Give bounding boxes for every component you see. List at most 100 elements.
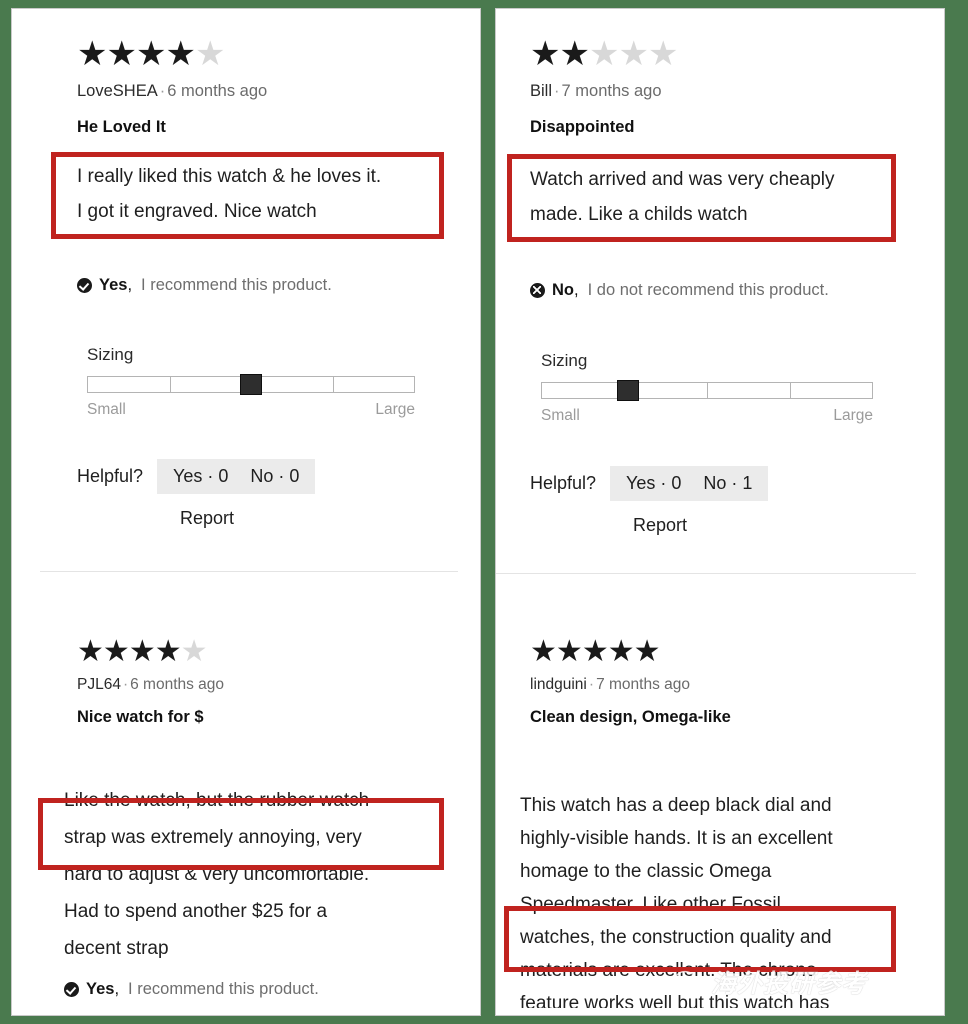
recommend-comma: ,: [127, 276, 133, 294]
sizing-slider[interactable]: [541, 380, 873, 401]
slider-tick: [707, 383, 708, 398]
star-icon: ★: [530, 35, 561, 73]
review-card: ★★★★★ Bill · 7 months ago Disappointed Wat…: [530, 37, 920, 232]
recommend-text: I recommend this product.: [141, 276, 332, 294]
review-body-line: I really liked this watch & he loves it.: [77, 166, 382, 187]
review-age: 7 months ago: [561, 82, 662, 100]
review-title: Disappointed: [530, 118, 635, 136]
helpful-no-button[interactable]: No · 1: [703, 473, 752, 494]
sizing-slider[interactable]: [87, 374, 415, 395]
review-body: Watch arrived and was very cheaply made.…: [530, 162, 920, 232]
review-age: 7 months ago: [596, 676, 690, 693]
review-body-line: Watch arrived and was very cheaply: [530, 169, 835, 190]
right-review-panel: ★★★★★ Bill · 7 months ago Disappointed Wat…: [495, 8, 945, 1016]
slider-tick: [169, 377, 171, 392]
sizing-small-label: Small: [87, 401, 126, 418]
report-link[interactable]: Report: [180, 508, 234, 529]
sizing-label: Sizing: [87, 345, 134, 364]
review-body: Like the watch, but the rubber watch str…: [64, 782, 464, 967]
left-review-panel: ★★★★★ LoveSHEA · 6 months ago He Loved It …: [11, 8, 481, 1016]
sizing-scale-labels: Small Large: [87, 401, 415, 419]
star-icon: ★: [128, 635, 156, 668]
sizing-slider-thumb[interactable]: [616, 380, 639, 401]
helpful-row: Helpful? Yes · 0 No · 1: [530, 466, 769, 501]
meta-separator: ·: [122, 676, 129, 693]
review-body-line: I got it engraved. Nice watch: [77, 201, 317, 222]
meta-separator: ·: [159, 82, 166, 100]
review-title: Clean design, Omega-like: [530, 708, 731, 726]
helpful-label: Helpful?: [77, 466, 144, 486]
review-meta: PJL64 · 6 months ago: [77, 676, 467, 694]
helpful-vote-group: Yes · 0 No · 0: [157, 459, 316, 494]
review-body-line: strap was extremely annoying, very: [64, 827, 362, 848]
review-meta: lindguini · 7 months ago: [530, 676, 920, 694]
right-panel-content: ★★★★★ Bill · 7 months ago Disappointed Wat…: [496, 9, 944, 1015]
star-icon: ★: [588, 35, 620, 73]
star-icon: ★: [633, 635, 661, 668]
x-circle-icon: [530, 283, 545, 298]
review-body-line: This watch has a deep black dial and: [520, 795, 832, 816]
review-body-line: watches, the construction quality and: [520, 927, 832, 948]
sizing-widget: Sizing Small Large: [541, 351, 873, 425]
check-circle-icon: [64, 982, 79, 997]
star-icon: ★: [530, 635, 557, 668]
review-age: 6 months ago: [167, 82, 268, 100]
star-icon: ★: [618, 35, 649, 73]
sizing-small-label: Small: [541, 407, 580, 424]
helpful-label: Helpful?: [530, 473, 597, 493]
helpful-vote-group: Yes · 0 No · 1: [610, 466, 769, 501]
review-body-line: materials are excellent. The chrono: [520, 960, 817, 981]
recommend-answer: No: [552, 281, 574, 299]
review-age: 6 months ago: [130, 676, 225, 693]
review-divider: [40, 571, 458, 572]
recommendation-row: Yes, I recommend this product.: [77, 276, 332, 295]
star-rating: ★★★★★: [530, 37, 920, 71]
recommend-comma: ,: [114, 980, 120, 998]
recommend-answer: Yes: [86, 980, 115, 998]
review-body-line: Like the watch, but the rubber watch: [64, 790, 370, 811]
review-author: lindguini: [530, 676, 587, 693]
star-icon: ★: [154, 635, 182, 668]
bottom-fade-bar: [496, 1008, 944, 1015]
review-body-line: decent strap: [64, 938, 169, 959]
review-meta: Bill · 7 months ago: [530, 82, 920, 101]
sizing-slider-thumb[interactable]: [240, 374, 262, 395]
star-icon: ★: [607, 635, 635, 668]
meta-separator: ·: [588, 676, 595, 693]
meta-separator: ·: [554, 82, 560, 100]
review-author: LoveSHEA: [77, 82, 158, 100]
review-body: This watch has a deep black dial and hig…: [520, 789, 930, 1015]
review-body-line: hard to adjust & very uncomfortable.: [64, 864, 370, 885]
helpful-row: Helpful? Yes · 0 No · 0: [77, 459, 316, 494]
review-card: ★★★★★ lindguini · 7 months ago Clean desig…: [530, 637, 920, 727]
star-icon: ★: [165, 35, 196, 73]
star-icon: ★: [180, 635, 208, 668]
check-circle-icon: [77, 278, 92, 293]
helpful-no-button[interactable]: No · 0: [250, 466, 299, 487]
review-title: He Loved It: [77, 118, 166, 136]
star-icon: ★: [135, 35, 167, 73]
review-card: ★★★★★ LoveSHEA · 6 months ago He Loved It …: [77, 37, 467, 229]
review-body-line: highly-visible hands. It is an excellent: [520, 828, 833, 849]
report-link[interactable]: Report: [633, 515, 687, 536]
sizing-large-label: Large: [375, 401, 415, 418]
star-rating: ★★★★★: [530, 637, 920, 667]
recommendation-row: Yes, I recommend this product.: [64, 980, 319, 999]
star-rating: ★★★★★: [77, 637, 467, 667]
review-body: I really liked this watch & he loves it.…: [77, 159, 467, 229]
sizing-scale-labels: Small Large: [541, 407, 873, 425]
star-icon: ★: [581, 635, 609, 668]
sizing-label: Sizing: [541, 351, 588, 370]
star-icon: ★: [647, 35, 679, 73]
star-icon: ★: [559, 35, 590, 73]
slider-tick: [332, 377, 334, 392]
recommend-text: I do not recommend this product.: [587, 281, 829, 299]
recommend-answer: Yes: [99, 276, 128, 294]
helpful-yes-button[interactable]: Yes · 0: [626, 473, 681, 494]
slider-tick: [789, 383, 791, 398]
recommendation-row: No, I do not recommend this product.: [530, 281, 829, 300]
sizing-large-label: Large: [833, 407, 873, 424]
review-body-line: Speedmaster. Like other Fossil: [520, 894, 781, 915]
helpful-yes-button[interactable]: Yes · 0: [173, 466, 228, 487]
star-icon: ★: [102, 635, 130, 668]
